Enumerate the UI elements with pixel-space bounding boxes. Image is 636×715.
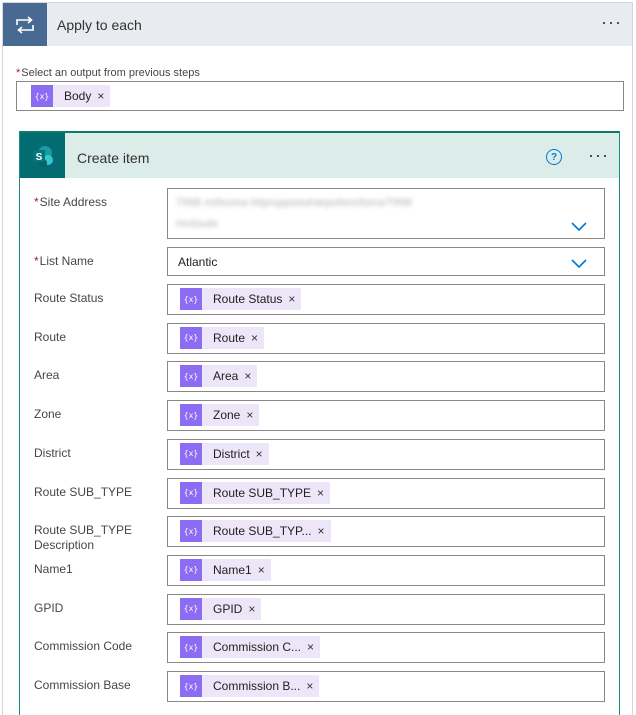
dynamic-content-token[interactable]: {x} Route SUB_TYPE ×: [180, 481, 331, 504]
apply-to-each-header[interactable]: Apply to each ···: [3, 3, 632, 46]
dynamic-content-icon: {x}: [180, 288, 202, 310]
required-mark: *: [34, 195, 39, 209]
token-remove-icon[interactable]: ×: [256, 447, 269, 461]
dynamic-content-token[interactable]: {x} Commission B... ×: [180, 675, 320, 697]
token-remove-icon[interactable]: ×: [258, 563, 271, 577]
field-input[interactable]: {x} Route SUB_TYPE ×: [167, 477, 605, 509]
site-address-value-line1: TRlilt ml/lssma http/uppsissharpoitsm/ts…: [176, 197, 412, 209]
field-label: District: [34, 445, 71, 460]
token-remove-icon[interactable]: ×: [244, 369, 257, 383]
field-label: Name1: [34, 561, 73, 576]
token-remove-icon[interactable]: ×: [251, 331, 264, 345]
dynamic-content-icon: {x}: [180, 675, 202, 697]
dynamic-content-token[interactable]: {x} Area ×: [180, 365, 258, 388]
site-address-label: *Site Address: [34, 195, 174, 210]
select-output-label-text: Select an output from previous steps: [21, 67, 200, 79]
dynamic-content-token[interactable]: {x} Name1 ×: [180, 558, 271, 581]
field-label: Commission Base: [34, 678, 131, 692]
field-input[interactable]: {x} Route SUB_TYP... ×: [167, 516, 605, 548]
dynamic-content-token[interactable]: {x} Route ×: [180, 326, 265, 349]
svg-text:S: S: [35, 152, 42, 163]
select-output-label: *Select an output from previous steps: [16, 67, 200, 79]
dynamic-content-token[interactable]: {x} Route Status ×: [180, 288, 302, 310]
list-name-value: Atlantic: [178, 255, 218, 269]
field-input[interactable]: {x} Area ×: [167, 361, 605, 393]
token-remove-icon[interactable]: ×: [307, 640, 320, 654]
help-icon[interactable]: ?: [546, 149, 562, 165]
token-remove-icon[interactable]: ×: [97, 89, 110, 103]
token-remove-icon[interactable]: ×: [248, 602, 261, 616]
field-label: Area: [34, 368, 60, 383]
token-label: Route: [213, 330, 246, 345]
token-remove-icon[interactable]: ×: [318, 524, 331, 538]
token-label: Commission C...: [213, 640, 302, 655]
field-label: Zone: [34, 407, 62, 422]
field-input[interactable]: {x} Route Status ×: [167, 284, 605, 315]
field-input[interactable]: {x} Zone ×: [167, 400, 605, 432]
field-input[interactable]: {x} District ×: [167, 438, 605, 470]
field-input[interactable]: {x} Name1 ×: [167, 554, 605, 586]
token-label: Commission B...: [213, 679, 301, 693]
field-label: Commission Code: [34, 639, 133, 654]
site-address-label-text: Site Address: [39, 195, 108, 209]
select-output-field[interactable]: {x} Body ×: [16, 81, 624, 111]
token-label: District: [213, 446, 250, 461]
dynamic-content-icon: {x}: [180, 597, 202, 620]
token-label: Route SUB_TYP...: [213, 524, 312, 539]
token-label: Name1: [213, 562, 252, 577]
dynamic-content-icon: {x}: [180, 326, 202, 349]
required-mark: *: [16, 67, 21, 79]
apply-to-each-container: Apply to each ··· *Select an output from…: [2, 2, 633, 715]
body-token[interactable]: {x} Body ×: [31, 85, 111, 107]
create-item-title: Create item: [77, 150, 150, 166]
token-remove-icon[interactable]: ×: [246, 408, 259, 422]
list-name-dropdown[interactable]: Atlantic: [167, 247, 605, 276]
loop-icon: [3, 3, 47, 46]
dynamic-content-icon: {x}: [180, 365, 202, 388]
create-item-card: S Create item ? ··· *Site Address TRlilt…: [19, 131, 620, 715]
token-label: Area: [213, 369, 239, 384]
dynamic-content-icon: {x}: [180, 520, 202, 543]
token-remove-icon[interactable]: ×: [306, 679, 319, 693]
field-input[interactable]: {x} Route ×: [167, 322, 605, 354]
token-label: Body: [64, 89, 92, 103]
list-name-label-text: List Name: [39, 254, 94, 268]
field-label: Route SUB_TYPE Description: [34, 523, 133, 553]
field-label: Route: [34, 329, 67, 344]
token-label: GPID: [213, 601, 243, 616]
site-address-value-line2: HoSiuds: [176, 218, 218, 230]
dynamic-content-token[interactable]: {x} Route SUB_TYP... ×: [180, 520, 331, 543]
token-remove-icon[interactable]: ×: [317, 486, 330, 500]
dynamic-content-token[interactable]: {x} GPID ×: [180, 597, 262, 620]
dynamic-content-icon: {x}: [180, 558, 202, 581]
dynamic-content-token[interactable]: {x} District ×: [180, 442, 269, 465]
chevron-down-icon[interactable]: [570, 257, 588, 269]
apply-to-each-more-icon[interactable]: ···: [601, 13, 622, 31]
required-mark: *: [34, 254, 39, 268]
dynamic-content-icon: {x}: [180, 481, 202, 504]
dynamic-content-token[interactable]: {x} Zone ×: [180, 404, 260, 427]
dynamic-content-icon: {x}: [180, 442, 202, 465]
sharepoint-icon: S: [20, 133, 65, 178]
field-label: Route Status: [34, 291, 104, 305]
field-input[interactable]: {x} Commission C... ×: [167, 632, 605, 664]
field-input[interactable]: {x} GPID ×: [167, 593, 605, 625]
create-item-header[interactable]: S Create item ? ···: [20, 133, 619, 178]
apply-to-each-title: Apply to each: [57, 17, 142, 33]
site-address-dropdown[interactable]: TRlilt ml/lssma http/uppsissharpoitsm/ts…: [167, 188, 605, 239]
field-label: Route SUB_TYPE: [34, 484, 133, 499]
field-input[interactable]: {x} Commission B... ×: [167, 671, 605, 702]
chevron-down-icon[interactable]: [570, 220, 588, 232]
token-label: Route SUB_TYPE: [213, 485, 312, 500]
token-remove-icon[interactable]: ×: [288, 292, 301, 306]
field-label: GPID: [34, 600, 64, 615]
dynamic-content-icon: {x}: [180, 636, 202, 659]
token-label: Route Status: [213, 292, 283, 306]
dynamic-content-token[interactable]: {x} Commission C... ×: [180, 636, 321, 659]
dynamic-content-icon: {x}: [31, 85, 53, 107]
list-name-label: *List Name: [34, 254, 174, 269]
dynamic-content-icon: {x}: [180, 404, 202, 427]
create-item-more-icon[interactable]: ···: [588, 146, 609, 164]
token-label: Zone: [213, 408, 241, 423]
